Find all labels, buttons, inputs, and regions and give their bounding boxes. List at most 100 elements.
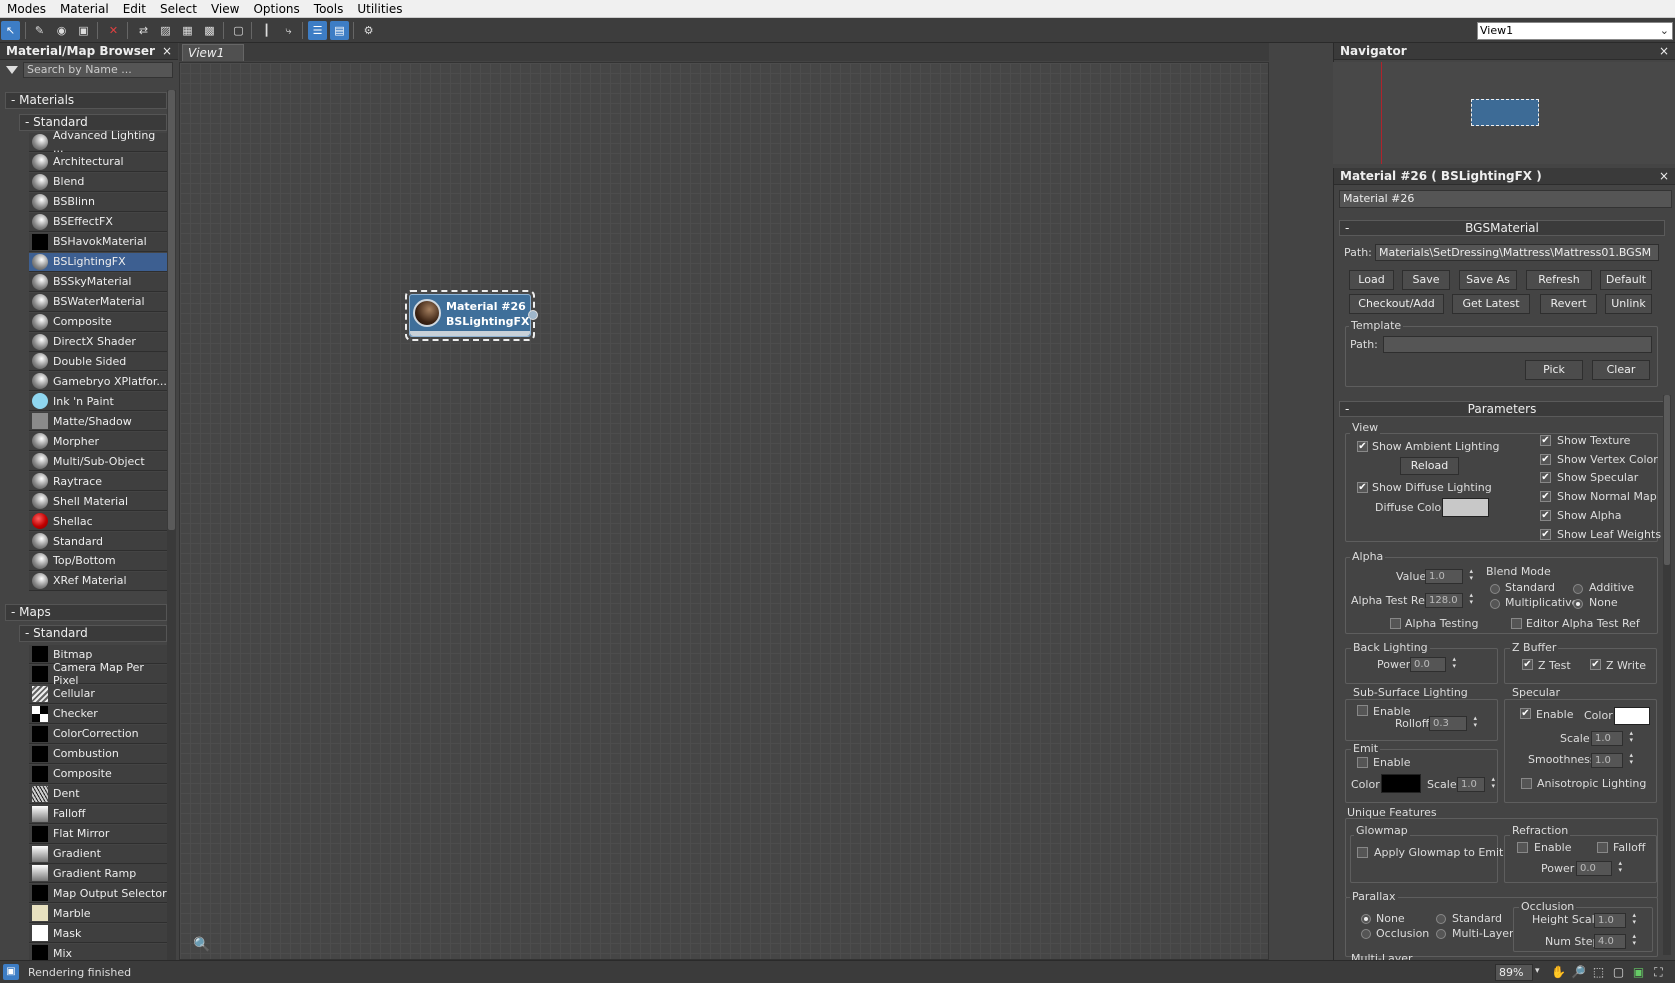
alpha-testing-checkbox[interactable] <box>1390 618 1401 629</box>
close-icon[interactable]: × <box>162 44 172 58</box>
parallax-multilayer-radio[interactable] <box>1436 929 1446 939</box>
value-spinner[interactable]: 1.0 <box>1425 568 1473 584</box>
apply-glowmap-checkbox[interactable] <box>1357 847 1368 858</box>
pick-button[interactable]: Pick <box>1525 360 1583 380</box>
menu-view[interactable]: View <box>204 2 246 16</box>
map-item[interactable]: Cellular <box>29 684 167 704</box>
checkout-add-button[interactable]: Checkout/Add <box>1349 294 1444 314</box>
menu-options[interactable]: Options <box>246 2 306 16</box>
maps-group-header[interactable]: - Maps <box>5 604 167 621</box>
material-item[interactable]: Shellac <box>29 512 167 532</box>
material-item[interactable]: Advanced Lighting ... <box>29 129 167 155</box>
browser-scrollbar[interactable] <box>167 90 176 960</box>
height-scale-spinner[interactable]: 1.0 <box>1594 912 1636 928</box>
material-item[interactable]: Shell Material <box>29 492 167 512</box>
material-browser-toggle-icon[interactable]: ☰ <box>308 21 327 40</box>
move-children-icon[interactable]: ⇄ <box>134 21 153 40</box>
map-item[interactable]: Composite <box>29 764 167 784</box>
material-item[interactable]: Standard <box>29 532 167 551</box>
menu-select[interactable]: Select <box>153 2 204 16</box>
show-end-result-icon[interactable]: ▢ <box>229 21 248 40</box>
emit-enable-checkbox[interactable] <box>1357 757 1368 768</box>
chevron-down-icon[interactable]: ▾ <box>1535 966 1540 976</box>
z-test-checkbox[interactable]: ✔ <box>1522 659 1533 670</box>
delete-icon[interactable]: ✕ <box>104 21 123 40</box>
node-view-canvas[interactable] <box>179 62 1269 960</box>
zoom-extents-selected-icon[interactable]: ▣ <box>1630 964 1647 981</box>
map-item[interactable]: Map Output Selector <box>29 884 167 904</box>
menu-material[interactable]: Material <box>53 2 116 16</box>
search-input[interactable]: Search by Name ... <box>23 62 173 78</box>
refresh-button[interactable]: Refresh <box>1526 270 1592 290</box>
sub-surface-enable-checkbox[interactable] <box>1357 705 1368 716</box>
material-item[interactable]: Double Sided <box>29 352 167 372</box>
blend-none-radio[interactable] <box>1573 599 1583 609</box>
blend-standard-radio[interactable] <box>1490 584 1500 594</box>
layout-children-icon[interactable]: ⤷ <box>279 21 298 40</box>
menu-utilities[interactable]: Utilities <box>350 2 409 16</box>
pick-material-icon[interactable]: ✎ <box>30 21 49 40</box>
material-item[interactable]: BSLightingFX <box>29 252 167 272</box>
bgsmaterial-rollout-header[interactable]: - BGSMaterial <box>1339 220 1665 236</box>
parameters-rollout-header[interactable]: - Parameters <box>1339 401 1665 417</box>
save-button[interactable]: Save <box>1402 270 1450 290</box>
show-shaded-icon[interactable]: ▦ <box>178 21 197 40</box>
path-field[interactable]: Materials\SetDressing\Mattress\Mattress0… <box>1375 244 1659 261</box>
scrollbar-thumb[interactable] <box>168 90 175 530</box>
select-by-material-icon[interactable]: ⚙ <box>359 21 378 40</box>
select-tool-icon[interactable]: ↖ <box>1 21 20 40</box>
menu-tools[interactable]: Tools <box>307 2 351 16</box>
parallax-none-radio[interactable] <box>1361 914 1371 924</box>
material-item[interactable]: BSSkyMaterial <box>29 272 167 292</box>
zoom-extents-icon[interactable]: ▢ <box>1610 964 1627 981</box>
map-item[interactable]: Gradient Ramp <box>29 864 167 884</box>
refraction-power-spinner[interactable]: 0.0 <box>1576 860 1622 876</box>
map-item[interactable]: Dent <box>29 784 167 804</box>
close-icon[interactable]: × <box>1659 44 1669 58</box>
map-item[interactable]: Mask <box>29 924 167 944</box>
background-icon[interactable]: ▩ <box>200 21 219 40</box>
load-button[interactable]: Load <box>1349 270 1394 290</box>
scrollbar-thumb[interactable] <box>1664 395 1670 565</box>
editor-alpha-test-ref-checkbox[interactable] <box>1511 618 1522 629</box>
material-item[interactable]: Ink 'n Paint <box>29 392 167 412</box>
refraction-enable-checkbox[interactable] <box>1517 842 1528 853</box>
map-item[interactable]: Flat Mirror <box>29 824 167 844</box>
layout-all-icon[interactable]: ┃ <box>257 21 276 40</box>
num-steps-spinner[interactable]: 4.0 <box>1594 933 1636 949</box>
rolloff-spinner[interactable]: 0.3 <box>1429 715 1477 731</box>
parallax-standard-radio[interactable] <box>1436 914 1446 924</box>
assign-material-icon[interactable]: ◉ <box>52 21 71 40</box>
default-button[interactable]: Default <box>1600 270 1652 290</box>
material-map-icon[interactable]: ▨ <box>156 21 175 40</box>
material-item[interactable]: Architectural <box>29 152 167 172</box>
material-item[interactable]: BSEffectFX <box>29 212 167 232</box>
anisotropic-checkbox[interactable] <box>1521 778 1532 789</box>
material-item[interactable]: Morpher <box>29 432 167 452</box>
material-item[interactable]: Multi/Sub-Object <box>29 452 167 472</box>
menu-edit[interactable]: Edit <box>116 2 153 16</box>
zoom-icon[interactable]: 🔎 <box>1570 964 1587 981</box>
material-item[interactable]: Gamebryo XPlatfor... <box>29 372 167 392</box>
material-item[interactable]: Raytrace <box>29 472 167 492</box>
view-tab[interactable]: View1 <box>182 44 244 61</box>
view-option-checkbox[interactable]: ✔ <box>1540 472 1551 484</box>
output-socket[interactable] <box>528 310 538 320</box>
view-option-checkbox[interactable]: ✔ <box>1540 491 1551 503</box>
alpha-test-ref-spinner[interactable]: 128.0 <box>1425 592 1473 608</box>
emit-scale-spinner[interactable]: 1.0 <box>1457 776 1495 792</box>
maps-standard-header[interactable]: - Standard <box>19 625 167 642</box>
zoom-field[interactable]: 89% <box>1495 964 1533 981</box>
parameter-scrollbar[interactable] <box>1663 395 1671 955</box>
save-as-button[interactable]: Save As <box>1459 270 1517 290</box>
put-to-scene-icon[interactable]: ▣ <box>74 21 93 40</box>
show-diffuse-checkbox[interactable]: ✔ <box>1357 482 1368 493</box>
unlink-button[interactable]: Unlink <box>1605 294 1652 314</box>
specular-color-swatch[interactable] <box>1614 707 1650 725</box>
map-item[interactable]: Falloff <box>29 804 167 824</box>
view-selector[interactable]: View1 ⌄ <box>1477 22 1673 40</box>
material-item[interactable]: Composite <box>29 312 167 332</box>
blend-multiplicative-radio[interactable] <box>1490 599 1500 609</box>
pan-hand-icon[interactable]: ✋ <box>1550 964 1567 981</box>
material-item[interactable]: DirectX Shader <box>29 332 167 352</box>
